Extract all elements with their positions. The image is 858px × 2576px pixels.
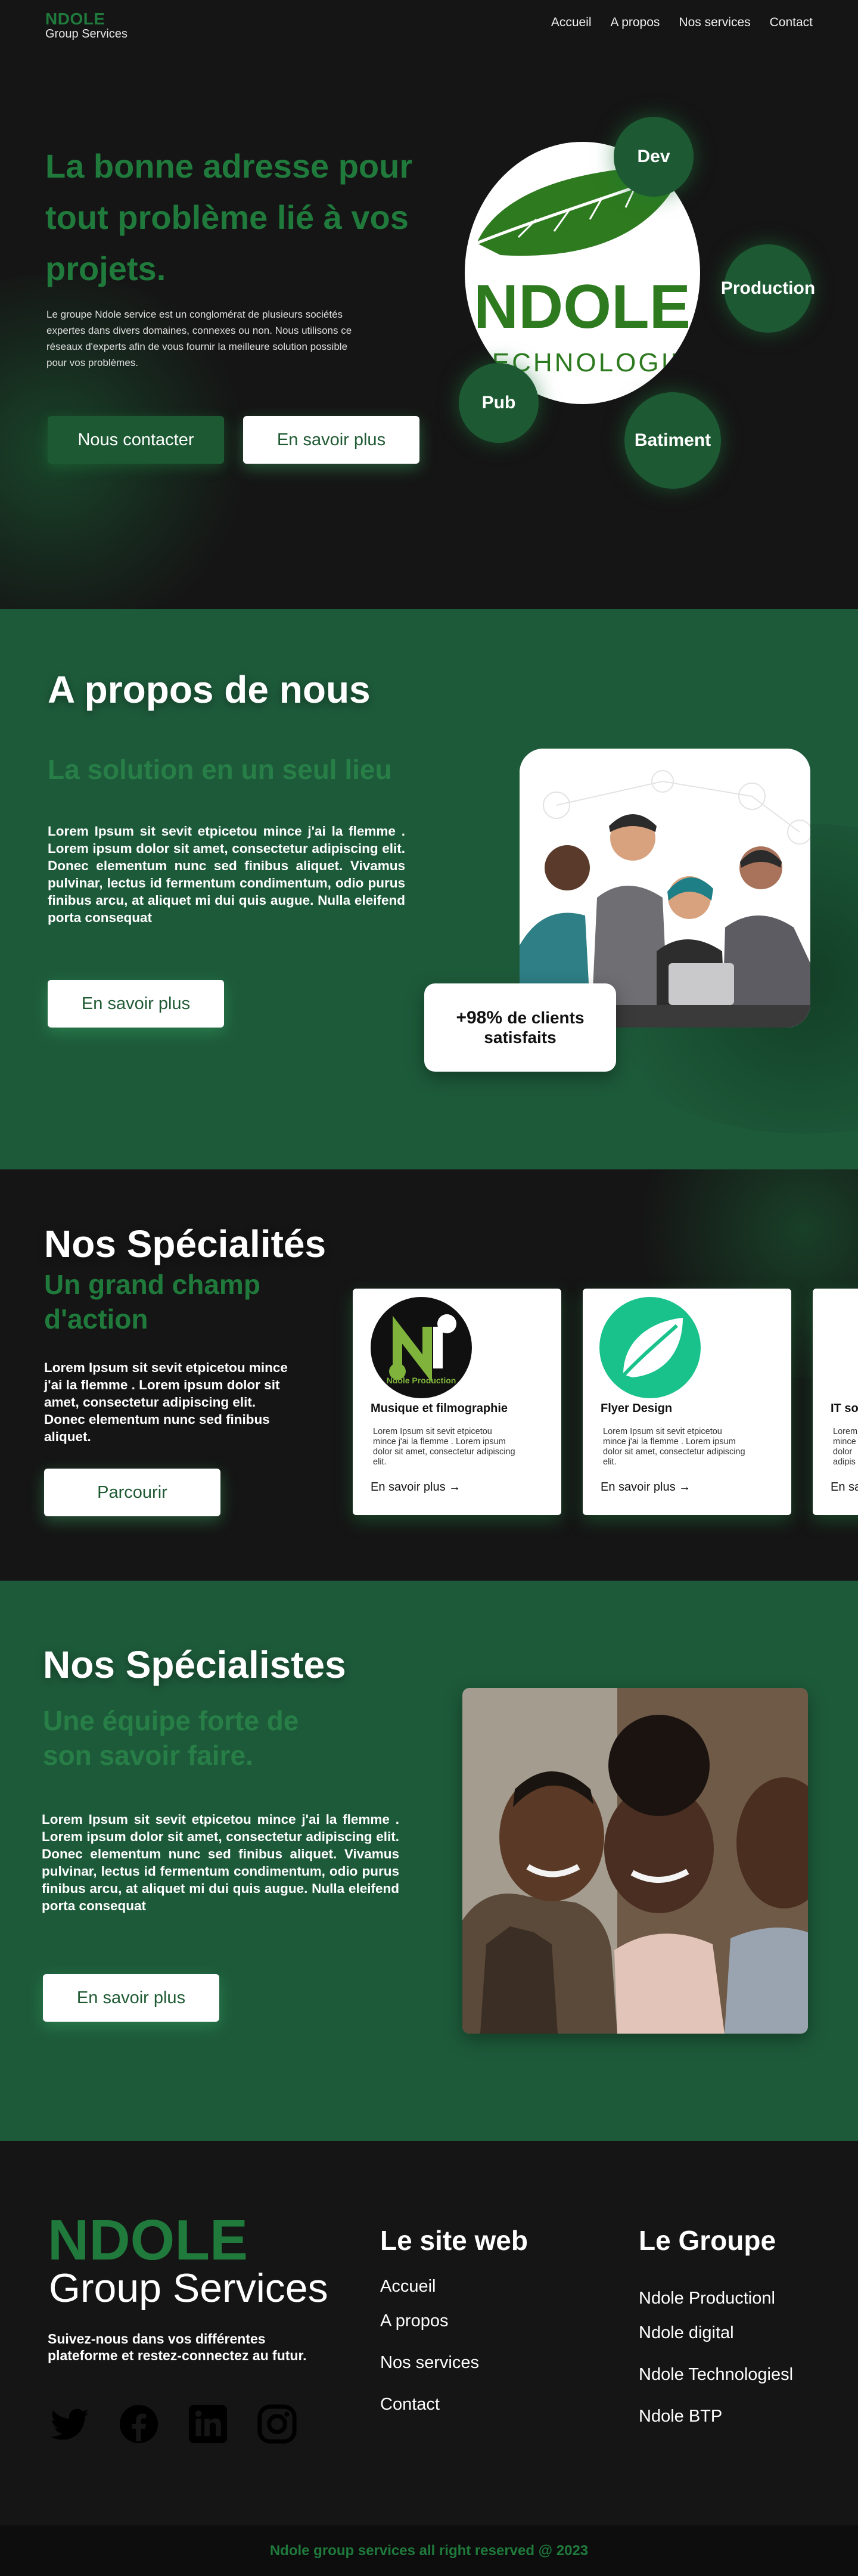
specialistes-title: Nos Spécialistes xyxy=(43,1643,346,1686)
footer-group-title: Le Groupe xyxy=(639,2225,776,2256)
footer-site-title: Le site web xyxy=(380,2225,528,2256)
footer-link-services[interactable]: Nos services xyxy=(380,2353,479,2373)
footer-link-technologies[interactable]: Ndole Technologiesl xyxy=(639,2365,793,2385)
specialites-body: Lorem Ipsum sit sevit etpicetou mince j'… xyxy=(44,1360,288,1444)
card-title: Musique et filmographie xyxy=(371,1402,508,1415)
bubble-production[interactable]: Production xyxy=(721,244,815,333)
hero-title: La bonne adresse pour tout problème lié … xyxy=(45,147,413,287)
brand-name: NDOLE xyxy=(45,10,105,28)
satisfaction-stat-card: +98% de clients satisfaits xyxy=(424,983,616,1072)
footer-link-digital[interactable]: Ndole digital xyxy=(639,2323,734,2343)
specialistes-body: Lorem Ipsum sit sevit etpicetou mince j'… xyxy=(42,1812,399,1913)
specialistes-subtitle: Une équipe forte de son savoir faire. xyxy=(43,1705,299,1771)
card-link[interactable]: En savoir plus → xyxy=(371,1481,461,1494)
about-body: Lorem Ipsum sit sevit etpicetou mince j'… xyxy=(48,824,405,925)
hero-section: NDOLE Group Services Accueil A propos No… xyxy=(0,0,858,609)
stat-label-1: de clients xyxy=(507,1008,585,1027)
twitter-icon[interactable] xyxy=(49,2403,91,2445)
about-more-button[interactable]: En savoir plus xyxy=(48,980,224,1028)
nav-link-services[interactable]: Nos services xyxy=(679,15,750,30)
bubble-dev[interactable]: Dev xyxy=(614,117,694,197)
leaf-icon xyxy=(599,1297,701,1398)
card-description: Lorem mince dolor adipis xyxy=(833,1427,858,1467)
footer-link-production[interactable]: Ndole Productionl xyxy=(639,2289,775,2308)
stat-value: +98% xyxy=(456,1008,503,1028)
service-card-music[interactable]: Ndole Production Musique et filmographie… xyxy=(353,1289,561,1515)
nav-link-accueil[interactable]: Accueil xyxy=(551,15,592,30)
service-card-it[interactable]: IT so Lorem mince dolor adipis En sa xyxy=(813,1289,858,1515)
about-title: A propos de nous xyxy=(48,668,371,711)
instagram-icon[interactable] xyxy=(256,2403,298,2445)
footer-link-accueil[interactable]: Accueil xyxy=(380,2277,436,2296)
card-title: IT so xyxy=(831,1402,858,1415)
it-logo-icon xyxy=(848,1297,858,1398)
logo-word: NDOLE xyxy=(474,272,691,342)
bubble-pub[interactable]: Pub xyxy=(459,363,539,443)
about-section: A propos de nous La solution en un seul … xyxy=(0,609,858,1169)
footer-brand-name: NDOLE xyxy=(48,2208,248,2272)
footer: NDOLE Group Services Suivez-nous dans vo… xyxy=(0,2141,858,2525)
production-logo-text: Ndole Production xyxy=(387,1376,456,1385)
brand-logo[interactable]: NDOLE Group Services xyxy=(45,10,128,41)
specialites-section: Nos Spécialités Un grand champ d'action … xyxy=(0,1169,858,1581)
specialites-subtitle: Un grand champ d'action xyxy=(44,1269,260,1334)
linkedin-icon[interactable] xyxy=(187,2403,229,2445)
nav-link-contact[interactable]: Contact xyxy=(770,15,813,30)
copyright-bar: Ndole group services all right reserved … xyxy=(0,2525,858,2576)
nav-link-apropos[interactable]: A propos xyxy=(611,15,660,30)
team-photo xyxy=(462,1688,808,2034)
ndole-production-logo-icon: Ndole Production xyxy=(371,1297,472,1398)
card-description: Lorem Ipsum sit sevit etpicetou mince j'… xyxy=(373,1427,515,1467)
footer-link-contact[interactable]: Contact xyxy=(380,2395,440,2414)
page: NDOLE Group Services Accueil A propos No… xyxy=(0,0,858,2576)
about-subtitle: La solution en un seul lieu xyxy=(48,754,392,785)
browse-button[interactable]: Parcourir xyxy=(44,1469,220,1516)
brand-subtitle: Group Services xyxy=(45,27,128,41)
hero-more-button[interactable]: En savoir plus xyxy=(243,416,419,464)
bubble-batiment[interactable]: Batiment xyxy=(624,392,721,489)
facebook-icon[interactable] xyxy=(118,2403,160,2445)
card-title: Flyer Design xyxy=(601,1402,673,1415)
footer-brand-subtitle: Group Services xyxy=(49,2265,328,2311)
hero-description: Le groupe Ndole service est un conglomér… xyxy=(46,309,352,368)
contact-button[interactable]: Nous contacter xyxy=(48,416,224,464)
footer-link-apropos[interactable]: A propos xyxy=(380,2311,448,2331)
service-card-flyer[interactable]: Flyer Design Lorem Ipsum sit sevit etpic… xyxy=(583,1289,791,1515)
main-nav: Accueil A propos Nos services Contact xyxy=(551,15,813,30)
card-link[interactable]: En sa xyxy=(831,1481,858,1494)
specialites-title: Nos Spécialités xyxy=(44,1222,327,1265)
card-description: Lorem Ipsum sit sevit etpicetou mince j'… xyxy=(603,1427,745,1467)
footer-link-btp[interactable]: Ndole BTP xyxy=(639,2407,722,2426)
stat-line-1: +98% de clients xyxy=(456,1008,584,1028)
stat-label-2: satisfaits xyxy=(484,1028,557,1047)
specialistes-more-button[interactable]: En savoir plus xyxy=(43,1974,219,2022)
specialistes-section: Nos Spécialistes Une équipe forte de son… xyxy=(0,1581,858,2141)
card-link[interactable]: En savoir plus → xyxy=(601,1481,691,1494)
footer-tagline: Suivez-nous dans vos différentes platefo… xyxy=(48,2331,307,2363)
